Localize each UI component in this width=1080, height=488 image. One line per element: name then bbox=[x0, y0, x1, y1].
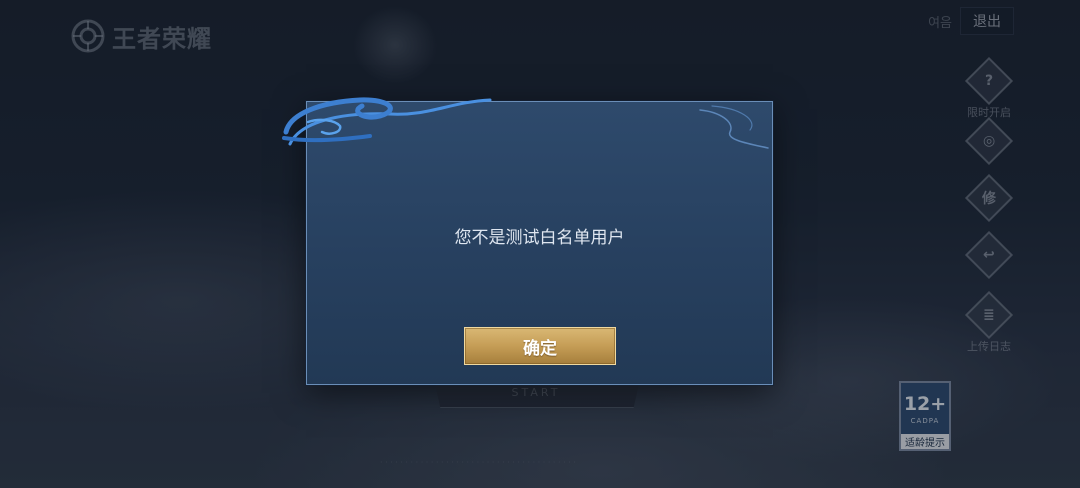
confirm-button[interactable]: 确定 bbox=[464, 327, 616, 365]
game-login-screen: 王者荣耀 여음 退出 ? 限时开启 ◎ 修 ↩ ≣ 上传日志 START 12+… bbox=[0, 0, 1080, 488]
dialog-message: 您不是测试白名单用户 bbox=[454, 228, 625, 248]
alert-dialog: 您不是测试白名单用户 确定 bbox=[306, 101, 773, 385]
